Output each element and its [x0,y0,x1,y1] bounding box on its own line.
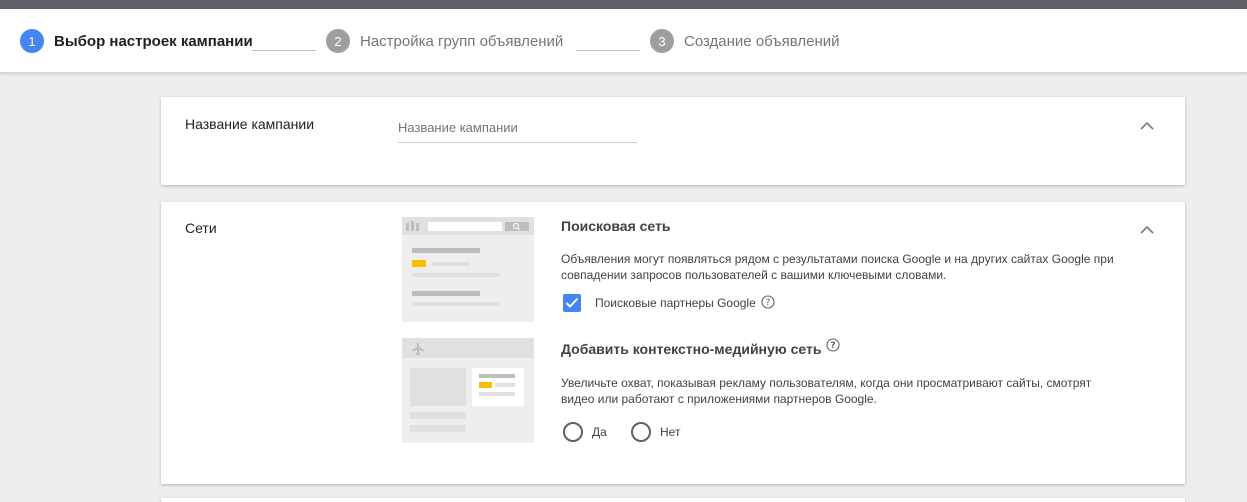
campaign-name-card: Название кампании [161,97,1185,185]
display-network-illustration [402,338,534,443]
step-3[interactable]: 3 Создание объявлений [650,9,840,73]
step-1[interactable]: 1 Выбор настроек кампании [20,9,253,73]
networks-label: Сети [185,220,217,236]
radio-button[interactable] [563,422,583,442]
step-label: Создание объявлений [684,32,840,50]
chevron-up-icon[interactable] [1139,117,1155,133]
step-connector [252,50,316,51]
radio-label: Нет [660,425,681,439]
display-network-description: Увеличьте охват, показывая рекламу польз… [561,376,1092,406]
check-icon [565,297,579,308]
help-circle-icon[interactable]: ? [761,295,775,314]
networks-card: Сети Поисковая сеть Объявления могут поя… [161,202,1185,484]
help-circle-icon[interactable]: ? [826,337,841,355]
step-number: 3 [650,29,674,53]
step-2[interactable]: 2 Настройка групп объявлений [326,9,563,73]
radio-button[interactable] [631,422,651,442]
step-connector [576,50,640,51]
campaign-name-label: Название кампании [185,116,315,132]
step-label: Настройка групп объявлений [360,32,564,50]
chevron-up-icon[interactable] [1139,221,1155,237]
campaign-name-input[interactable] [398,116,637,143]
step-label: Выбор настроек кампании [54,32,253,50]
display-network-title-row: Добавить контекстно-медийную сеть ? [561,337,841,357]
search-network-description: Объявления могут появляться рядом с резу… [561,252,1114,282]
search-network-title: Поисковая сеть [561,218,671,234]
radio-label: Да [592,425,607,439]
search-partners-checkbox-row[interactable]: Поисковые партнеры Google ? [563,291,775,314]
svg-text:?: ? [831,341,836,351]
svg-text:?: ? [765,298,770,308]
step-number: 2 [326,29,350,53]
next-section-card [161,498,1185,502]
search-partners-label: Поисковые партнеры Google [595,295,756,310]
search-partners-checkbox[interactable] [563,293,581,312]
top-bar [0,0,1247,9]
display-network-option-yes[interactable]: Да [563,422,607,442]
display-network-title: Добавить контекстно-медийную сеть [561,341,822,357]
display-network-option-no[interactable]: Нет [631,422,680,442]
search-network-illustration [402,217,534,322]
step-number: 1 [20,29,44,53]
stepper: 1 Выбор настроек кампании 2 Настройка гр… [0,9,1247,73]
